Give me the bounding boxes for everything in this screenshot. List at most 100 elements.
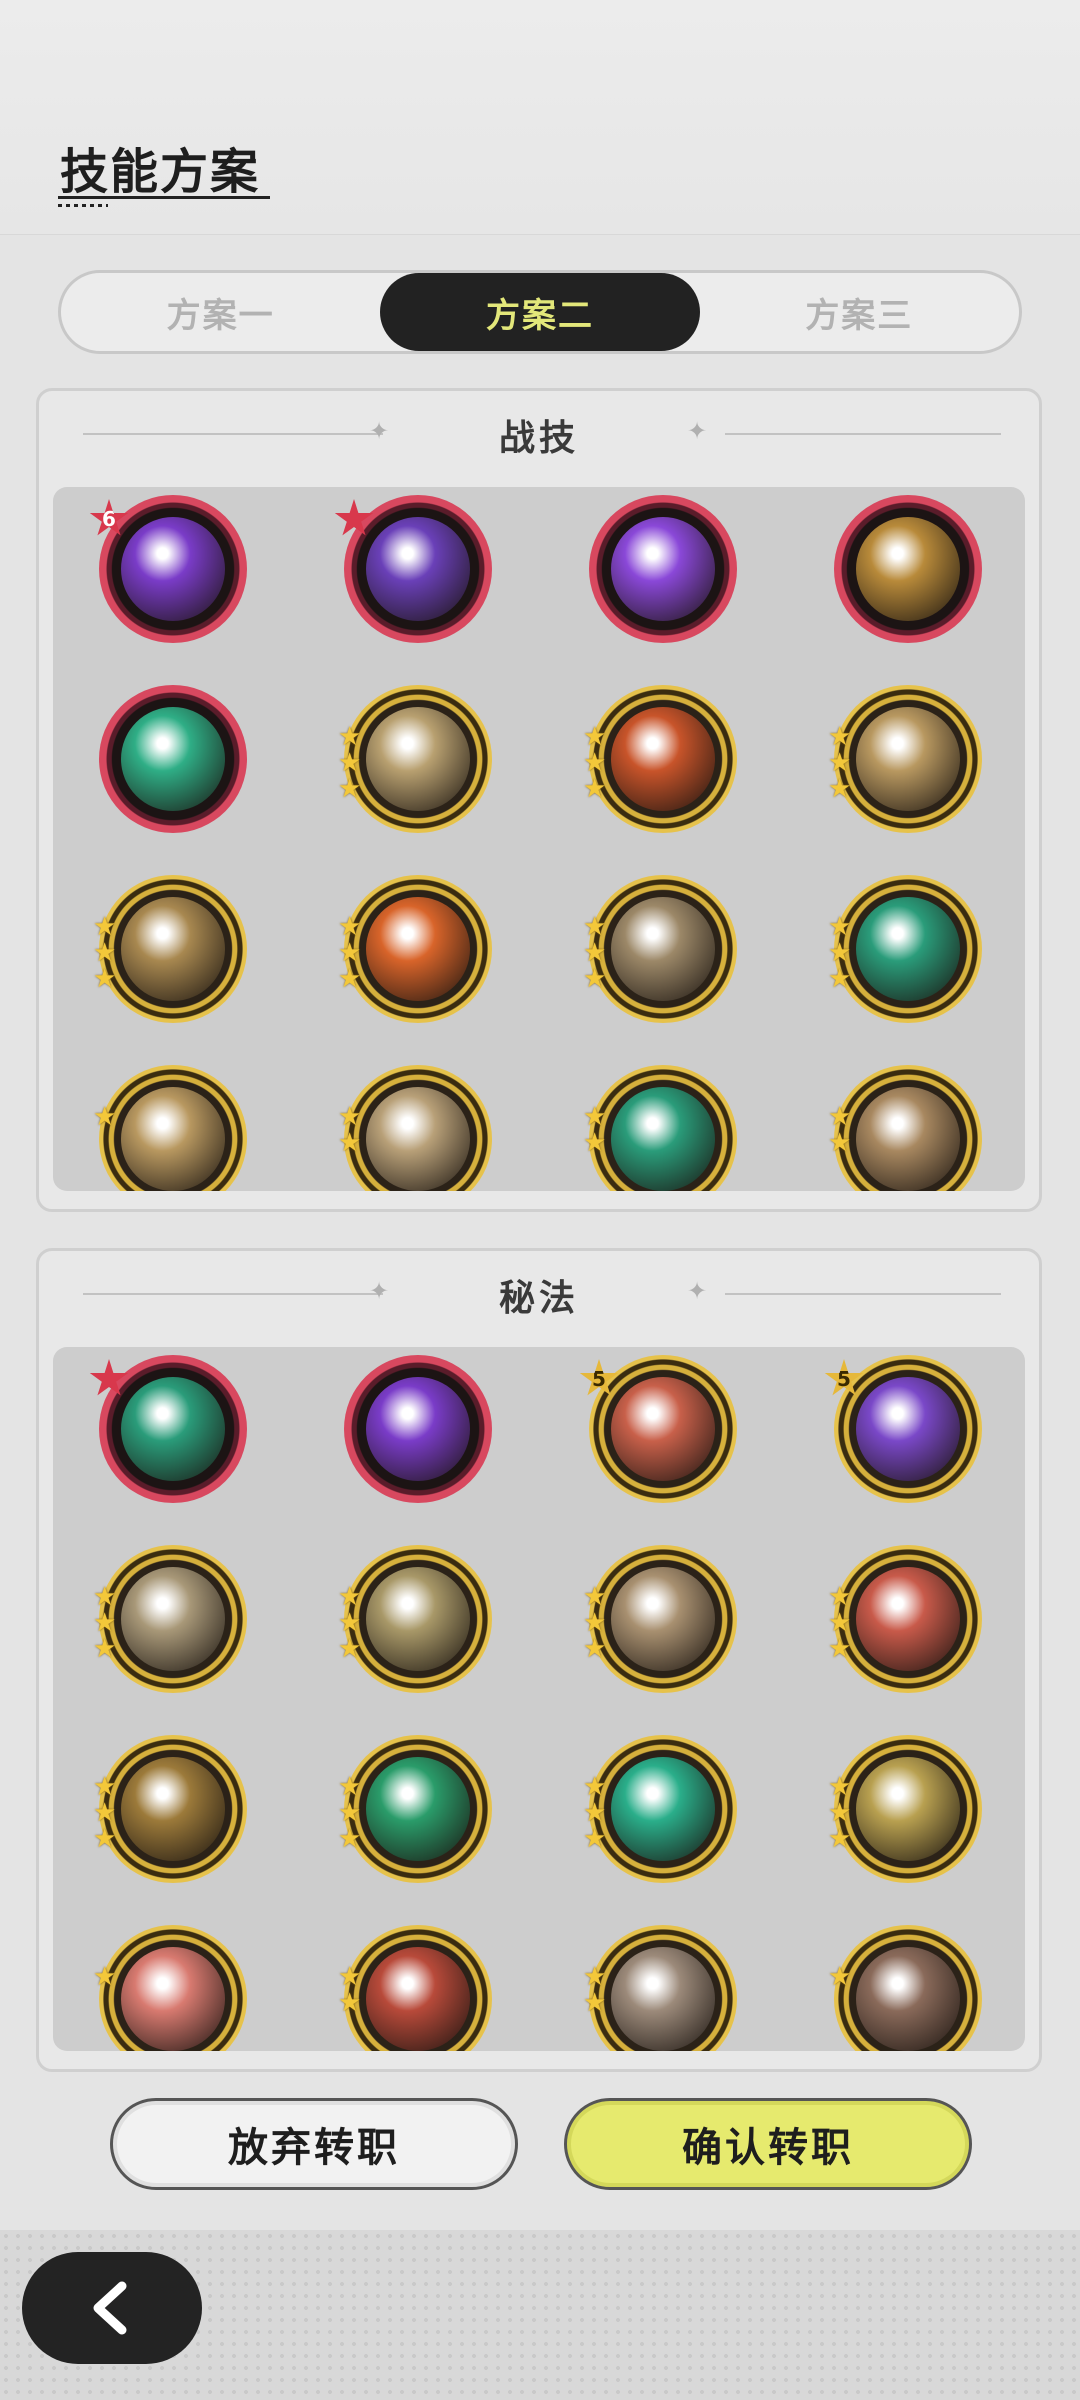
sparkle-icon: ✦: [687, 417, 708, 445]
star-icon: ★: [338, 1962, 362, 1992]
skill-art: [366, 707, 470, 811]
star-icon: ★: [828, 1962, 852, 1992]
skill-slot[interactable]: [89, 1355, 247, 1503]
star-rating: ★ ★: [583, 1104, 613, 1158]
skill-slot[interactable]: ★ ★: [583, 1065, 737, 1191]
star-icon: ★: [583, 1824, 607, 1854]
skill-art: [366, 1947, 470, 2051]
skill-slot[interactable]: ★ ★ ★: [583, 1735, 737, 1883]
skill-art: [121, 1947, 225, 2051]
star-rating: ★ ★: [338, 1962, 368, 2018]
skill-art: [856, 1377, 960, 1481]
star-icon: ★: [583, 1128, 607, 1158]
header-divider-right: [725, 433, 1001, 435]
skill-slot[interactable]: ★ ★ ★: [93, 1545, 247, 1693]
title-underline: [58, 196, 270, 199]
skill-slot[interactable]: ★ ★ ★: [93, 875, 247, 1023]
star-icon: ★: [93, 1798, 117, 1828]
star-icon: ★: [828, 912, 852, 942]
star-rating: ★ ★ ★: [583, 1584, 613, 1662]
skill-slot[interactable]: ★: [93, 1065, 247, 1191]
skill-slot[interactable]: 5: [579, 1355, 737, 1503]
star-icon: ★: [583, 938, 607, 968]
skill-slot[interactable]: ★ ★ ★: [828, 685, 982, 833]
skill-slot[interactable]: ★ ★ ★: [338, 1545, 492, 1693]
skill-slot[interactable]: ★ ★ ★: [828, 1735, 982, 1883]
skill-art: [611, 707, 715, 811]
panel-header: ✦ 秘法 ✦: [39, 1251, 1039, 1337]
skill-slot[interactable]: ★ ★: [583, 1925, 737, 2051]
green-rising-arrows-icon: [99, 685, 247, 833]
star-icon: ★: [828, 1582, 852, 1612]
confirm-job-change-button[interactable]: 确认转职: [564, 2098, 972, 2190]
skill-art: [121, 1757, 225, 1861]
panel-header: ✦ 战技 ✦: [39, 391, 1039, 477]
plan-tabs: 方案一 方案二 方案三: [58, 270, 1022, 354]
skill-art: [611, 517, 715, 621]
skill-art: [121, 897, 225, 1001]
combat-skills-panel: ✦ 战技 ✦ 6 ★ ★ ★ ★ ★ ★ ★ ★ ★ ★ ★ ★ ★ ★ ★ ★ ★ ★ ★ ★ ★ ★ ★ ★ ★ ★ ★ ★: [36, 388, 1042, 1212]
tab-plan-2[interactable]: 方案二: [380, 273, 700, 351]
star-icon: ★: [583, 912, 607, 942]
star-icon: ★: [338, 774, 362, 804]
skill-art: [611, 1947, 715, 2051]
star-rating: ★: [828, 1962, 858, 1992]
skill-art: [611, 1377, 715, 1481]
skill-slot[interactable]: ★ ★ ★: [828, 875, 982, 1023]
skill-art: [121, 707, 225, 811]
star-rating: ★ ★ ★: [338, 914, 368, 992]
star-icon: ★: [93, 1634, 117, 1664]
skill-slot[interactable]: ★ ★ ★: [338, 685, 492, 833]
star-icon: ★: [338, 1988, 362, 2018]
skill-slot[interactable]: ★ ★: [828, 1065, 982, 1191]
abandon-job-change-button[interactable]: 放弃转职: [110, 2098, 518, 2190]
chevron-left-icon: [93, 2281, 127, 2335]
skill-slot[interactable]: ★ ★ ★: [338, 875, 492, 1023]
skill-art: [611, 897, 715, 1001]
skill-slot[interactable]: ★ ★ ★: [583, 875, 737, 1023]
star-icon: ★: [828, 1772, 852, 1802]
skill-slot[interactable]: [99, 685, 247, 833]
star-icon: ★: [828, 1798, 852, 1828]
skill-art: [121, 1567, 225, 1671]
star-icon: ★: [93, 964, 117, 994]
skill-slot[interactable]: [589, 495, 737, 643]
title-dots: [58, 204, 108, 207]
star-rating: ★ ★ ★: [583, 724, 613, 802]
star-icon: ★: [583, 1798, 607, 1828]
skill-slot[interactable]: ★ ★ ★: [583, 685, 737, 833]
back-button[interactable]: [22, 2252, 202, 2364]
skill-slot[interactable]: 5: [824, 1355, 982, 1503]
skill-slot[interactable]: [334, 495, 492, 643]
star-icon: ★: [338, 1772, 362, 1802]
skill-slot[interactable]: [344, 1355, 492, 1503]
skill-slot[interactable]: ★ ★ ★: [93, 1735, 247, 1883]
tab-plan-1[interactable]: 方案一: [61, 273, 380, 351]
star-rating: ★ ★: [828, 1102, 858, 1156]
skill-art: [121, 1377, 225, 1481]
skill-slot[interactable]: [834, 495, 982, 643]
star-icon: ★: [583, 1772, 607, 1802]
skill-slot[interactable]: 6: [89, 495, 247, 643]
star-icon: ★: [338, 1608, 362, 1638]
skill-slot[interactable]: ★ ★ ★: [338, 1735, 492, 1883]
star-icon: ★: [93, 1608, 117, 1638]
skill-art: [366, 517, 470, 621]
star-icon: ★: [828, 964, 852, 994]
star-icon: ★: [828, 1102, 852, 1132]
star-rating: ★ ★ ★: [93, 914, 123, 994]
skill-slot[interactable]: ★: [93, 1925, 247, 2051]
tab-plan-3[interactable]: 方案三: [700, 273, 1019, 351]
skill-art: [856, 1947, 960, 2051]
skill-slot[interactable]: ★ ★ ★: [583, 1545, 737, 1693]
star-icon: ★: [583, 1608, 607, 1638]
star-icon: ★: [828, 774, 852, 804]
star-icon: ★: [338, 748, 362, 778]
skill-slot[interactable]: ★ ★ ★: [828, 1545, 982, 1693]
star-rating: ★ ★ ★: [828, 1772, 858, 1852]
star-icon: ★: [828, 938, 852, 968]
section-title: 战技: [498, 418, 579, 459]
skill-slot[interactable]: ★ ★: [338, 1065, 492, 1191]
skill-slot[interactable]: ★: [828, 1925, 982, 2051]
skill-slot[interactable]: ★ ★: [338, 1925, 492, 2051]
